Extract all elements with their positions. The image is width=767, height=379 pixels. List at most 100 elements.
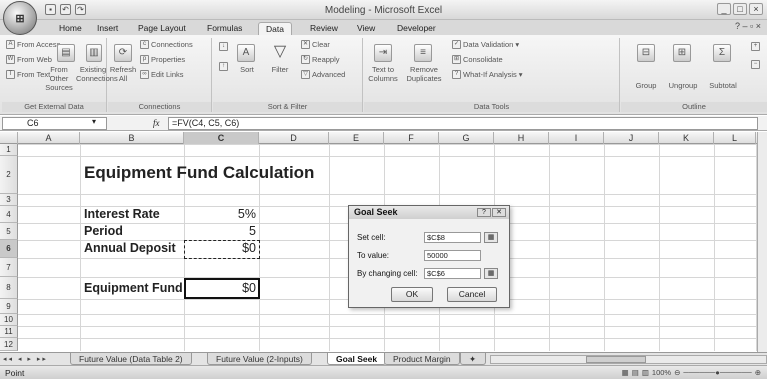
- normal-view-icon[interactable]: ▦: [622, 368, 629, 377]
- sort-label[interactable]: Sort: [237, 65, 257, 74]
- sort-az-icon[interactable]: ↓: [219, 42, 228, 51]
- row-header[interactable]: 9: [0, 299, 18, 314]
- tab-home[interactable]: Home: [52, 22, 89, 35]
- sheet-tab[interactable]: Product Margin: [384, 353, 460, 365]
- column-header[interactable]: D: [259, 132, 329, 144]
- sort-za-icon[interactable]: ↑: [219, 62, 228, 71]
- ok-button[interactable]: OK: [391, 287, 433, 302]
- existing-connections-label[interactable]: Existing Connections: [76, 65, 118, 83]
- subtotal-icon[interactable]: Σ: [713, 44, 731, 62]
- remove-duplicates-label[interactable]: Remove Duplicates: [402, 65, 446, 83]
- zoom-in-icon[interactable]: ⊕: [755, 368, 761, 377]
- row-header[interactable]: 11: [0, 326, 18, 338]
- annual-deposit-value[interactable]: $0: [184, 241, 256, 255]
- period-label[interactable]: Period: [84, 224, 123, 238]
- clear-button[interactable]: ✕ Clear: [301, 40, 330, 49]
- from-other-sources-label[interactable]: From Other Sources: [42, 65, 76, 92]
- zoom-level[interactable]: 100%: [652, 368, 671, 377]
- cancel-button[interactable]: Cancel: [447, 287, 497, 302]
- tab-view[interactable]: View: [350, 22, 382, 35]
- column-header[interactable]: I: [549, 132, 604, 144]
- equipment-fund-label[interactable]: Equipment Fund: [84, 281, 183, 295]
- group-icon[interactable]: ⊟: [637, 44, 655, 62]
- text-to-columns-icon[interactable]: ⇥: [374, 44, 392, 62]
- tab-formulas[interactable]: Formulas: [200, 22, 249, 35]
- group-label-button[interactable]: Group: [631, 81, 661, 90]
- column-header[interactable]: E: [329, 132, 384, 144]
- sheet-tab-active[interactable]: Goal Seek: [327, 353, 387, 365]
- equipment-fund-value[interactable]: $0: [184, 281, 256, 295]
- row-header[interactable]: 2: [0, 156, 18, 194]
- fx-icon[interactable]: fx: [153, 118, 160, 128]
- period-value[interactable]: 5: [184, 224, 256, 238]
- ungroup-icon[interactable]: ⊞: [673, 44, 691, 62]
- column-header[interactable]: C: [184, 132, 259, 144]
- tab-developer[interactable]: Developer: [390, 22, 443, 35]
- connections-button[interactable]: c Connections: [140, 40, 193, 49]
- column-header[interactable]: K: [659, 132, 714, 144]
- filter-icon[interactable]: ▽: [271, 44, 289, 62]
- data-validation-button[interactable]: ✓ Data Validation ▾: [452, 40, 519, 49]
- sheet-tab[interactable]: Future Value (2-Inputs): [207, 353, 312, 365]
- column-header[interactable]: L: [714, 132, 756, 144]
- row-header[interactable]: 10: [0, 314, 18, 326]
- column-header[interactable]: A: [18, 132, 80, 144]
- insert-sheet-icon[interactable]: ✦: [460, 353, 486, 365]
- text-to-columns-label[interactable]: Text to Columns: [364, 65, 402, 83]
- row-header[interactable]: 1: [0, 144, 18, 156]
- row-header[interactable]: 6: [0, 240, 18, 258]
- sheet-tab[interactable]: Future Value (Data Table 2): [70, 353, 192, 365]
- reapply-button[interactable]: ↻ Reapply: [301, 55, 340, 64]
- column-header[interactable]: J: [604, 132, 659, 144]
- horizontal-scrollbar[interactable]: [490, 355, 767, 364]
- show-detail-icon[interactable]: +: [751, 42, 760, 51]
- column-header[interactable]: G: [439, 132, 494, 144]
- row-header[interactable]: 4: [0, 206, 18, 223]
- refresh-all-label[interactable]: Refresh All: [109, 65, 137, 83]
- row-header[interactable]: 3: [0, 194, 18, 206]
- cell-picker-icon[interactable]: ▦: [484, 232, 498, 243]
- remove-duplicates-icon[interactable]: ≡: [414, 44, 432, 62]
- advanced-button[interactable]: ▽ Advanced: [301, 70, 345, 79]
- subtotal-label[interactable]: Subtotal: [705, 81, 741, 90]
- refresh-icon[interactable]: ⟳: [114, 44, 132, 62]
- row-header[interactable]: 8: [0, 277, 18, 299]
- page-break-view-icon[interactable]: ▥: [642, 368, 649, 377]
- interest-rate-label[interactable]: Interest Rate: [84, 207, 160, 221]
- row-header[interactable]: 12: [0, 338, 18, 351]
- column-header[interactable]: H: [494, 132, 549, 144]
- filter-label[interactable]: Filter: [267, 65, 293, 74]
- page-layout-view-icon[interactable]: ▤: [632, 368, 639, 377]
- sheet-nav-icons[interactable]: ◂◂ ◂ ▸ ▸▸: [3, 355, 48, 363]
- zoom-slider[interactable]: ──────●──────: [683, 368, 751, 377]
- column-header[interactable]: B: [80, 132, 184, 144]
- tab-review[interactable]: Review: [303, 22, 345, 35]
- properties-button[interactable]: p Properties: [140, 55, 185, 64]
- changing-cell-input[interactable]: $C$6: [424, 268, 481, 279]
- column-header[interactable]: F: [384, 132, 439, 144]
- edit-links-button[interactable]: ∞ Edit Links: [140, 70, 184, 79]
- interest-rate-value[interactable]: 5%: [184, 207, 256, 221]
- minimize-button[interactable]: _: [717, 3, 731, 15]
- consolidate-button[interactable]: ⊞ Consolidate: [452, 55, 503, 64]
- select-all-corner[interactable]: [0, 132, 18, 144]
- formula-input[interactable]: =FV(C4, C5, C6): [168, 117, 758, 130]
- cell-picker-icon[interactable]: ▦: [484, 268, 498, 279]
- ungroup-label[interactable]: Ungroup: [665, 81, 701, 90]
- tab-data[interactable]: Data: [258, 22, 292, 35]
- scroll-thumb[interactable]: [586, 356, 646, 363]
- tab-page-layout[interactable]: Page Layout: [131, 22, 193, 35]
- what-if-analysis-button[interactable]: ? What-If Analysis ▾: [452, 70, 523, 79]
- close-icon[interactable]: ✕: [492, 208, 506, 217]
- vertical-scrollbar[interactable]: [757, 132, 767, 352]
- office-button[interactable]: ⊞: [3, 1, 37, 35]
- to-value-input[interactable]: 50000: [424, 250, 481, 261]
- from-other-sources-icon[interactable]: ▤: [57, 44, 75, 62]
- help-icon[interactable]: ?: [477, 208, 491, 217]
- help-icon[interactable]: ? – ▫ ×: [735, 21, 761, 31]
- annual-deposit-label[interactable]: Annual Deposit: [84, 241, 176, 255]
- chevron-down-icon[interactable]: ▾: [92, 117, 96, 126]
- from-access-button[interactable]: A From Access: [6, 40, 60, 49]
- sheet-title[interactable]: Equipment Fund Calculation: [84, 163, 314, 183]
- hide-detail-icon[interactable]: −: [751, 60, 760, 69]
